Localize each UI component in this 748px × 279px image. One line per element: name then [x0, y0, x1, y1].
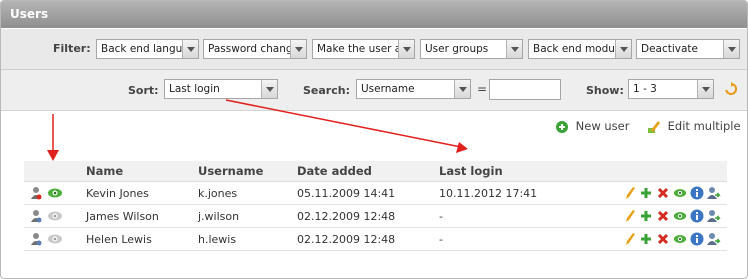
- annotation-arrows: [47, 99, 468, 161]
- arrow-head: [456, 142, 468, 153]
- users-panel: Users Filter: Back end langua Password c…: [0, 0, 748, 279]
- arrow-head: [47, 150, 59, 161]
- arrow-to-last-login-column: [225, 99, 462, 148]
